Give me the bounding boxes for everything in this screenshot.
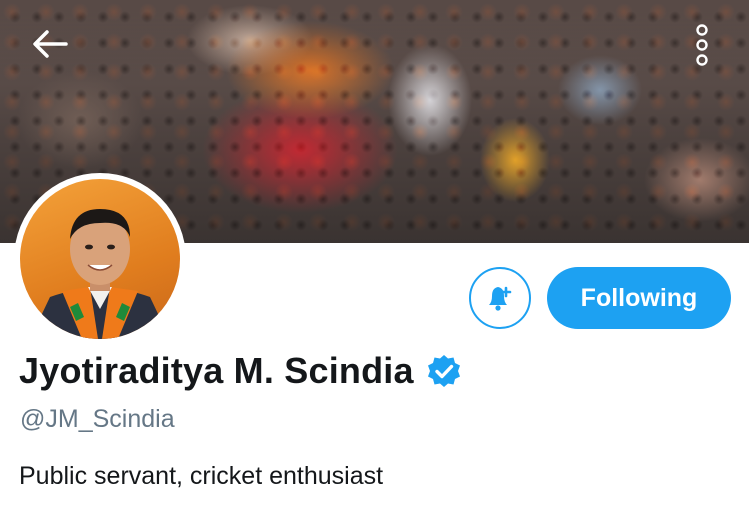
profile-handle: @JM_Scindia bbox=[20, 405, 175, 433]
back-button[interactable] bbox=[28, 26, 72, 62]
vertical-ellipsis-icon bbox=[696, 24, 708, 66]
following-button[interactable]: Following bbox=[547, 267, 731, 329]
verified-badge-icon bbox=[427, 355, 460, 387]
avatar bbox=[20, 179, 180, 339]
profile-name-row: Jyotiraditya M. Scindia bbox=[19, 348, 462, 394]
profile-bio: Public servant, cricket enthusiast bbox=[19, 462, 384, 490]
avatar-frame[interactable] bbox=[14, 173, 186, 345]
display-name: Jyotiraditya M. Scindia bbox=[19, 350, 414, 391]
notifications-toggle-button[interactable] bbox=[469, 267, 531, 329]
bell-plus-icon bbox=[489, 286, 512, 311]
more-options-button[interactable] bbox=[690, 20, 714, 70]
arrow-left-icon bbox=[33, 30, 68, 58]
avatar-portrait bbox=[30, 209, 170, 339]
